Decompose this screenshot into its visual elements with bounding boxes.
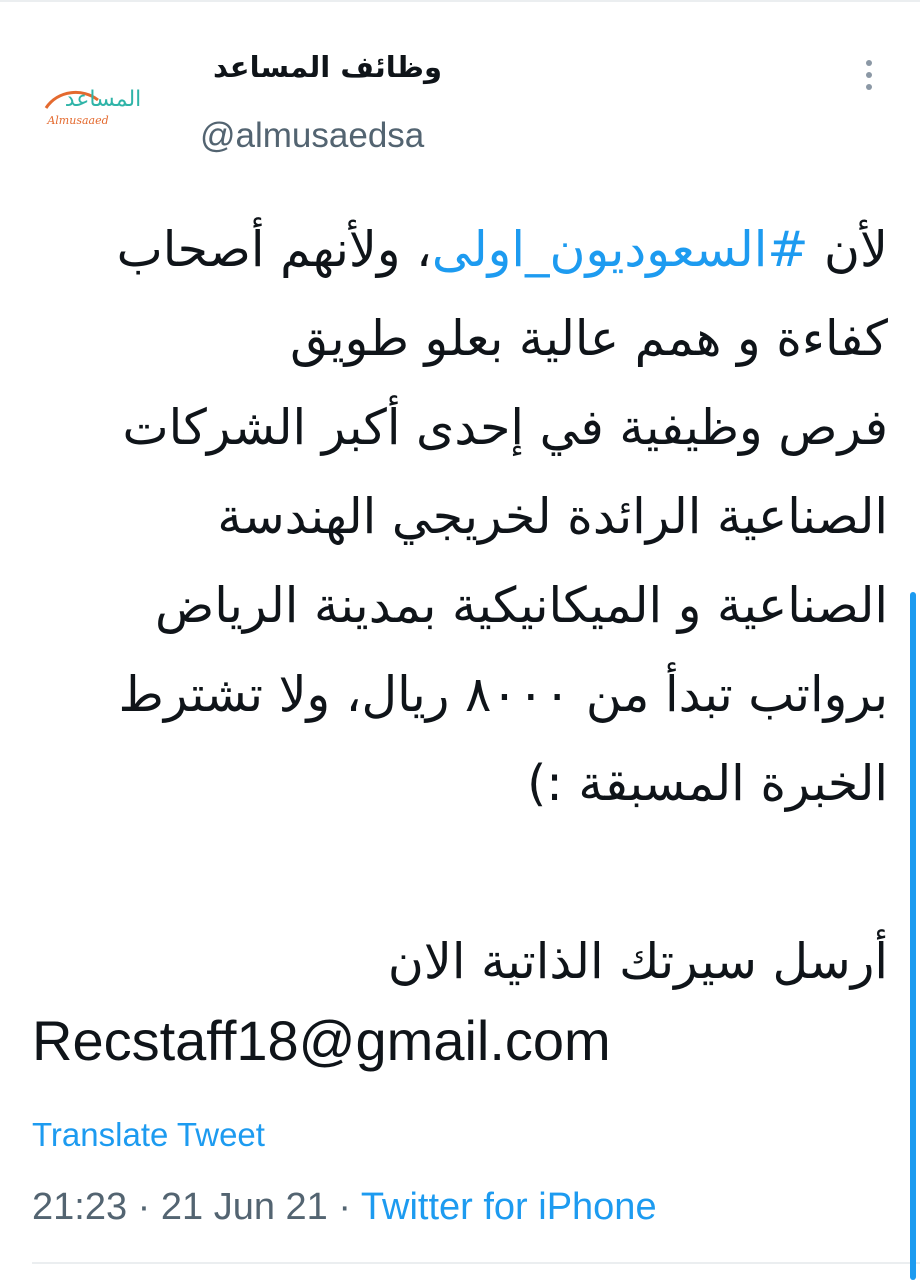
tweet-source-link[interactable]: Twitter for iPhone (361, 1186, 657, 1228)
tweet-line-6: برواتب تبدأ من ٨٠٠٠ ريال، ولا تشترط (118, 666, 889, 723)
tweet-line-4: الصناعية الرائدة لخريجي الهندسة (217, 488, 888, 545)
tweet-line-1-start: لأن (808, 221, 888, 278)
tweet-line-7: الخبرة المسبقة :) (527, 755, 888, 812)
tweet-detail: المساعد Almusaaed وظائف المساعد @almusae… (0, 0, 920, 1280)
meta-separator: · (127, 1186, 161, 1228)
tweet-line-1: لأن #السعوديون_اولى، ولأنهم أصحاب (18, 205, 888, 294)
avatar[interactable]: المساعد Almusaaed (28, 60, 178, 152)
more-dot (866, 72, 872, 78)
tweet-text: لأن #السعوديون_اولى، ولأنهم أصحاب كفاءة … (18, 205, 888, 1006)
user-handle[interactable]: @almusaedsa (200, 116, 424, 156)
tweet-line-5: الصناعية و الميكانيكية بمدينة الرياض (155, 577, 888, 634)
avatar-logo-text: المساعد (65, 87, 142, 112)
tweet-date[interactable]: 21 Jun 21 (161, 1186, 328, 1228)
top-divider (0, 0, 920, 2)
more-options-icon[interactable] (850, 56, 888, 94)
bottom-divider (32, 1262, 920, 1264)
tweet-line-1-end: ، ولأنهم أصحاب (116, 221, 432, 278)
hashtag-link[interactable]: #السعوديون_اولى (432, 221, 809, 278)
display-name[interactable]: وظائف المساعد (213, 50, 442, 84)
tweet-line-3: فرص وظيفية في إحدى أكبر الشركات (122, 399, 888, 456)
tweet-time[interactable]: 21:23 (32, 1186, 127, 1228)
more-dot (866, 60, 872, 66)
tweet-line-8: أرسل سيرتك الذاتية الان (387, 933, 888, 990)
avatar-logo-subtext: Almusaaed (46, 114, 108, 127)
tweet-metadata: 21:23 · 21 Jun 21 · Twitter for iPhone (32, 1186, 657, 1229)
tweet-email: Recstaff18@gmail.com (32, 1009, 611, 1072)
scrollbar[interactable] (910, 592, 916, 1280)
avatar-logo: المساعد Almusaaed (44, 87, 142, 127)
more-dot (866, 84, 872, 90)
meta-separator: · (327, 1186, 361, 1228)
tweet-line-2: كفاءة و همم عالية بعلو طويق (290, 310, 888, 367)
translate-tweet-link[interactable]: Translate Tweet (32, 1116, 265, 1154)
